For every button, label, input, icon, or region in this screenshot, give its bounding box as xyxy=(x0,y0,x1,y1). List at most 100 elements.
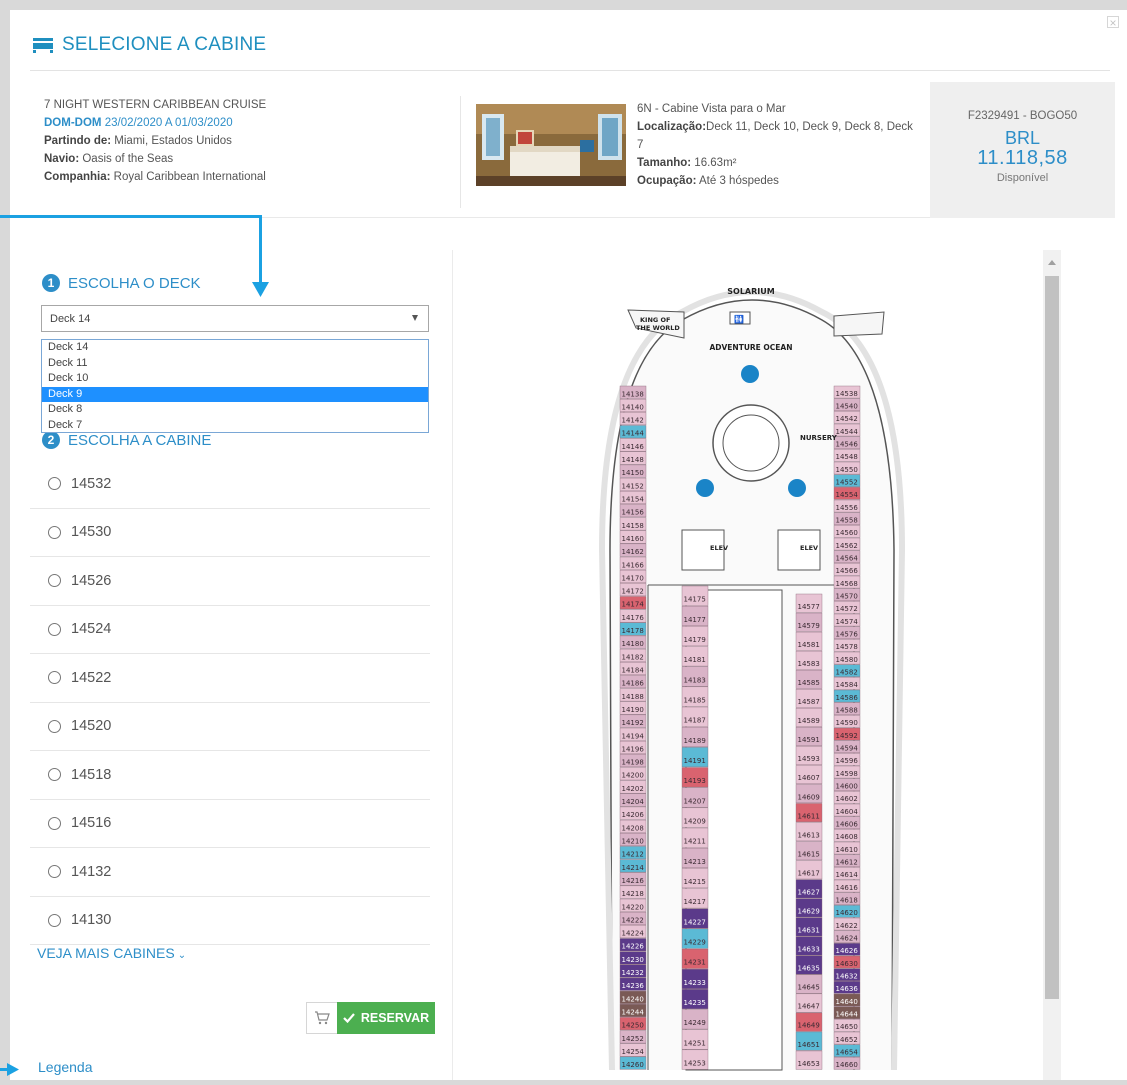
cabin-option[interactable]: 14524 xyxy=(30,606,430,654)
cabin-cell-label: 14185 xyxy=(684,697,706,705)
cabin-cell-label: 14652 xyxy=(836,1036,858,1044)
cabin-cell-label: 14216 xyxy=(622,877,645,885)
cabin-cell-label: 14660 xyxy=(836,1061,858,1069)
annotation-arrow-line xyxy=(259,215,262,285)
cabin-cell-label: 14250 xyxy=(622,1022,644,1030)
cabin-cell-label: 14152 xyxy=(622,482,644,490)
cabin-cell-label: 14650 xyxy=(836,1023,858,1031)
cabin-cell-label: 14192 xyxy=(622,719,644,727)
radio-button[interactable] xyxy=(48,913,61,927)
cabin-option[interactable]: 14526 xyxy=(30,557,430,606)
fare-code: F2329491 - BOGO50 xyxy=(967,110,1078,122)
cart-icon xyxy=(315,1011,330,1025)
divider xyxy=(452,250,453,1080)
company: Companhia: Royal Caribbean International xyxy=(44,171,266,183)
cabin-cell-label: 14585 xyxy=(798,679,820,687)
deck-area-label: SOLARIUM xyxy=(727,287,774,296)
cabin-cell-label: 14158 xyxy=(622,522,644,530)
radio-button[interactable] xyxy=(48,816,61,830)
cabin-cell-label: 14630 xyxy=(836,960,858,968)
cart-button[interactable] xyxy=(306,1002,338,1034)
deck-plan-svg[interactable]: 🚻 14138 14140 14142 14144 14146 14148 14150 141… xyxy=(462,250,1042,1080)
cabin-cell-label: 14196 xyxy=(622,745,645,753)
cabin-option[interactable]: 14516 xyxy=(30,800,430,848)
cabin-cell-label: 14183 xyxy=(684,676,706,684)
cabin-size: Tamanho: 16.63m² xyxy=(637,157,737,169)
cabin-cell-label: 14177 xyxy=(684,616,706,624)
cabin-number: 14524 xyxy=(71,621,112,638)
deck-select[interactable]: Deck 14 xyxy=(41,305,429,332)
deck-area-label: ADVENTURE OCEAN xyxy=(709,343,792,352)
cabin-cell-label: 14224 xyxy=(622,930,645,938)
cabin-number: 14516 xyxy=(71,815,112,832)
cabin-cell-label: 14574 xyxy=(836,618,859,626)
cabin-option[interactable]: 14130 xyxy=(30,897,430,945)
cabin-cell-label: 14611 xyxy=(798,812,820,820)
deck-area-label: NURSERY xyxy=(800,434,838,442)
cabin-cell-label: 14174 xyxy=(622,601,645,609)
cabin-cell-label: 14178 xyxy=(622,627,644,635)
cabin-cell-label: 14187 xyxy=(684,717,706,725)
cabin-cell-label: 14588 xyxy=(836,707,858,715)
cabin-cell-label: 14626 xyxy=(836,947,859,955)
cabin-cell-label: 14587 xyxy=(798,698,820,706)
cabin-cell-label: 14591 xyxy=(798,736,820,744)
radio-button[interactable] xyxy=(48,719,61,733)
cabin-selection-modal: × SELECIONE A CABINE 7 NIGHT WESTERN CAR… xyxy=(10,10,1127,1080)
radio-button[interactable] xyxy=(48,768,61,782)
deck-area-label: ELEV xyxy=(710,544,728,552)
see-more-cabins-link[interactable]: VEJA MAIS CABINES ⌄ xyxy=(37,945,186,961)
reserve-button[interactable]: RESERVAR xyxy=(337,1002,435,1034)
cabin-cell-label: 14186 xyxy=(622,680,645,688)
deck-option[interactable]: Deck 8 xyxy=(42,402,428,418)
cabin-cell-label: 14232 xyxy=(622,969,644,977)
scrollbar[interactable] xyxy=(1043,250,1061,1080)
radio-button[interactable] xyxy=(48,477,61,491)
price-amount: 11.118,58 xyxy=(977,147,1068,169)
deck-option[interactable]: Deck 9 xyxy=(42,386,428,402)
scrollbar-thumb[interactable] xyxy=(1045,276,1059,999)
cabin-cell-label: 14629 xyxy=(798,907,820,915)
cruise-details: 7 NIGHT WESTERN CARIBBEAN CRUISE DOM-DOM… xyxy=(30,82,470,186)
info-icon xyxy=(696,479,714,497)
radio-button[interactable] xyxy=(48,622,61,636)
cabin-option[interactable]: 14520 xyxy=(30,703,430,751)
cabin-cell-label: 14613 xyxy=(798,831,820,839)
cabin-cell-label: 14584 xyxy=(836,681,859,689)
cabin-cell-label: 14156 xyxy=(622,509,645,517)
cabin-option[interactable]: 14518 xyxy=(30,751,430,800)
cabin-cell-label: 14602 xyxy=(836,795,858,803)
deck-option[interactable]: Deck 14 xyxy=(42,340,428,356)
close-icon[interactable]: × xyxy=(1107,16,1119,29)
legend-link[interactable]: Legenda xyxy=(38,1059,93,1075)
info-icon xyxy=(741,365,759,383)
cabin-option[interactable]: 14522 xyxy=(30,654,430,703)
deck-area-label: ELEV xyxy=(800,544,818,552)
atrium-inner xyxy=(722,414,780,472)
cabin-photo[interactable] xyxy=(476,104,626,186)
scroll-up-icon[interactable] xyxy=(1048,260,1056,265)
cabin-cell-label: 14608 xyxy=(836,833,858,841)
radio-button[interactable] xyxy=(48,671,61,685)
deck-option[interactable]: Deck 10 xyxy=(42,371,428,387)
modal-header: SELECIONE A CABINE xyxy=(32,34,266,56)
radio-button[interactable] xyxy=(48,525,61,539)
check-icon xyxy=(343,1013,355,1023)
deck-plan-map[interactable]: 🚻 14138 14140 14142 14144 14146 14148 14150 141… xyxy=(462,250,1042,1080)
cabin-cell-label: 14142 xyxy=(622,417,644,425)
cabin-cell-label: 14176 xyxy=(622,614,645,622)
cabin-cell-label: 14596 xyxy=(836,757,859,765)
cabin-option[interactable]: 14530 xyxy=(30,509,430,557)
cabin-cell-label: 14645 xyxy=(798,984,820,992)
cabin-option[interactable]: 14132 xyxy=(30,848,430,897)
deck-option[interactable]: Deck 7 xyxy=(42,418,428,434)
cabin-cell-label: 14542 xyxy=(836,415,858,423)
cabin-cell-label: 14229 xyxy=(684,939,706,947)
cabin-cell-label: 14609 xyxy=(798,793,820,801)
cabin-option[interactable]: 14532 xyxy=(30,460,430,509)
deck-option[interactable]: Deck 11 xyxy=(42,356,428,372)
radio-button[interactable] xyxy=(48,865,61,879)
step-number: 2 xyxy=(42,431,60,449)
cabin-cell-label: 14644 xyxy=(836,1011,859,1019)
radio-button[interactable] xyxy=(48,574,61,588)
